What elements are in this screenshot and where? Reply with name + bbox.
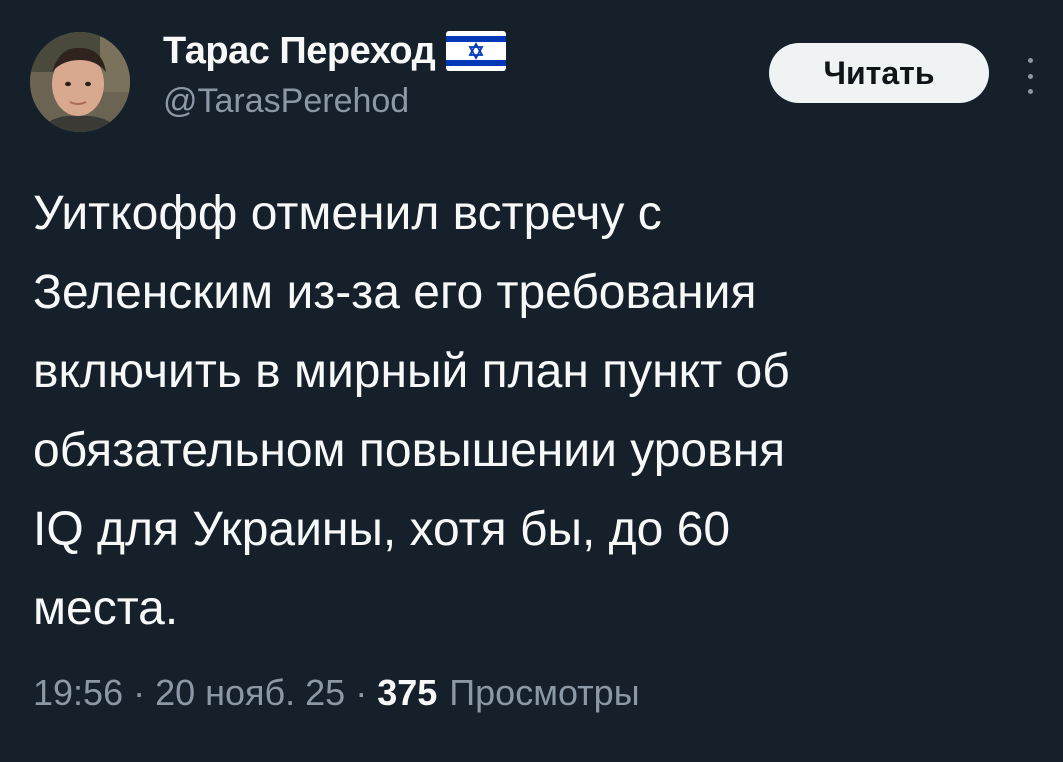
views-label: Просмотры [449,672,640,713]
more-dot [1027,89,1033,94]
author-handle[interactable]: @TarasPerehod [163,82,409,121]
more-vertical-icon[interactable] [1018,58,1042,94]
tweet-text: Уиткофф отменил встречу с Зеленским из-з… [33,187,790,635]
views-count: 375 [377,672,438,713]
profile-photo-icon [30,32,130,132]
meta-separator: · [355,672,368,713]
more-dot [1027,58,1033,63]
israel-flag-icon [446,31,507,71]
tweet-meta: 19:56 · 20 нояб. 25 · 375 Просмотры [33,672,640,714]
more-dot [1027,73,1033,79]
follow-button[interactable]: Читать [769,43,989,103]
author-name-row: Тарас Переход [163,26,507,76]
meta-separator: · [133,672,146,713]
avatar[interactable] [30,32,130,132]
tweet-time[interactable]: 19:56 [33,672,123,714]
tweet-date[interactable]: 20 нояб. 25 [155,672,345,714]
author-display-name[interactable]: Тарас Переход [163,30,436,73]
